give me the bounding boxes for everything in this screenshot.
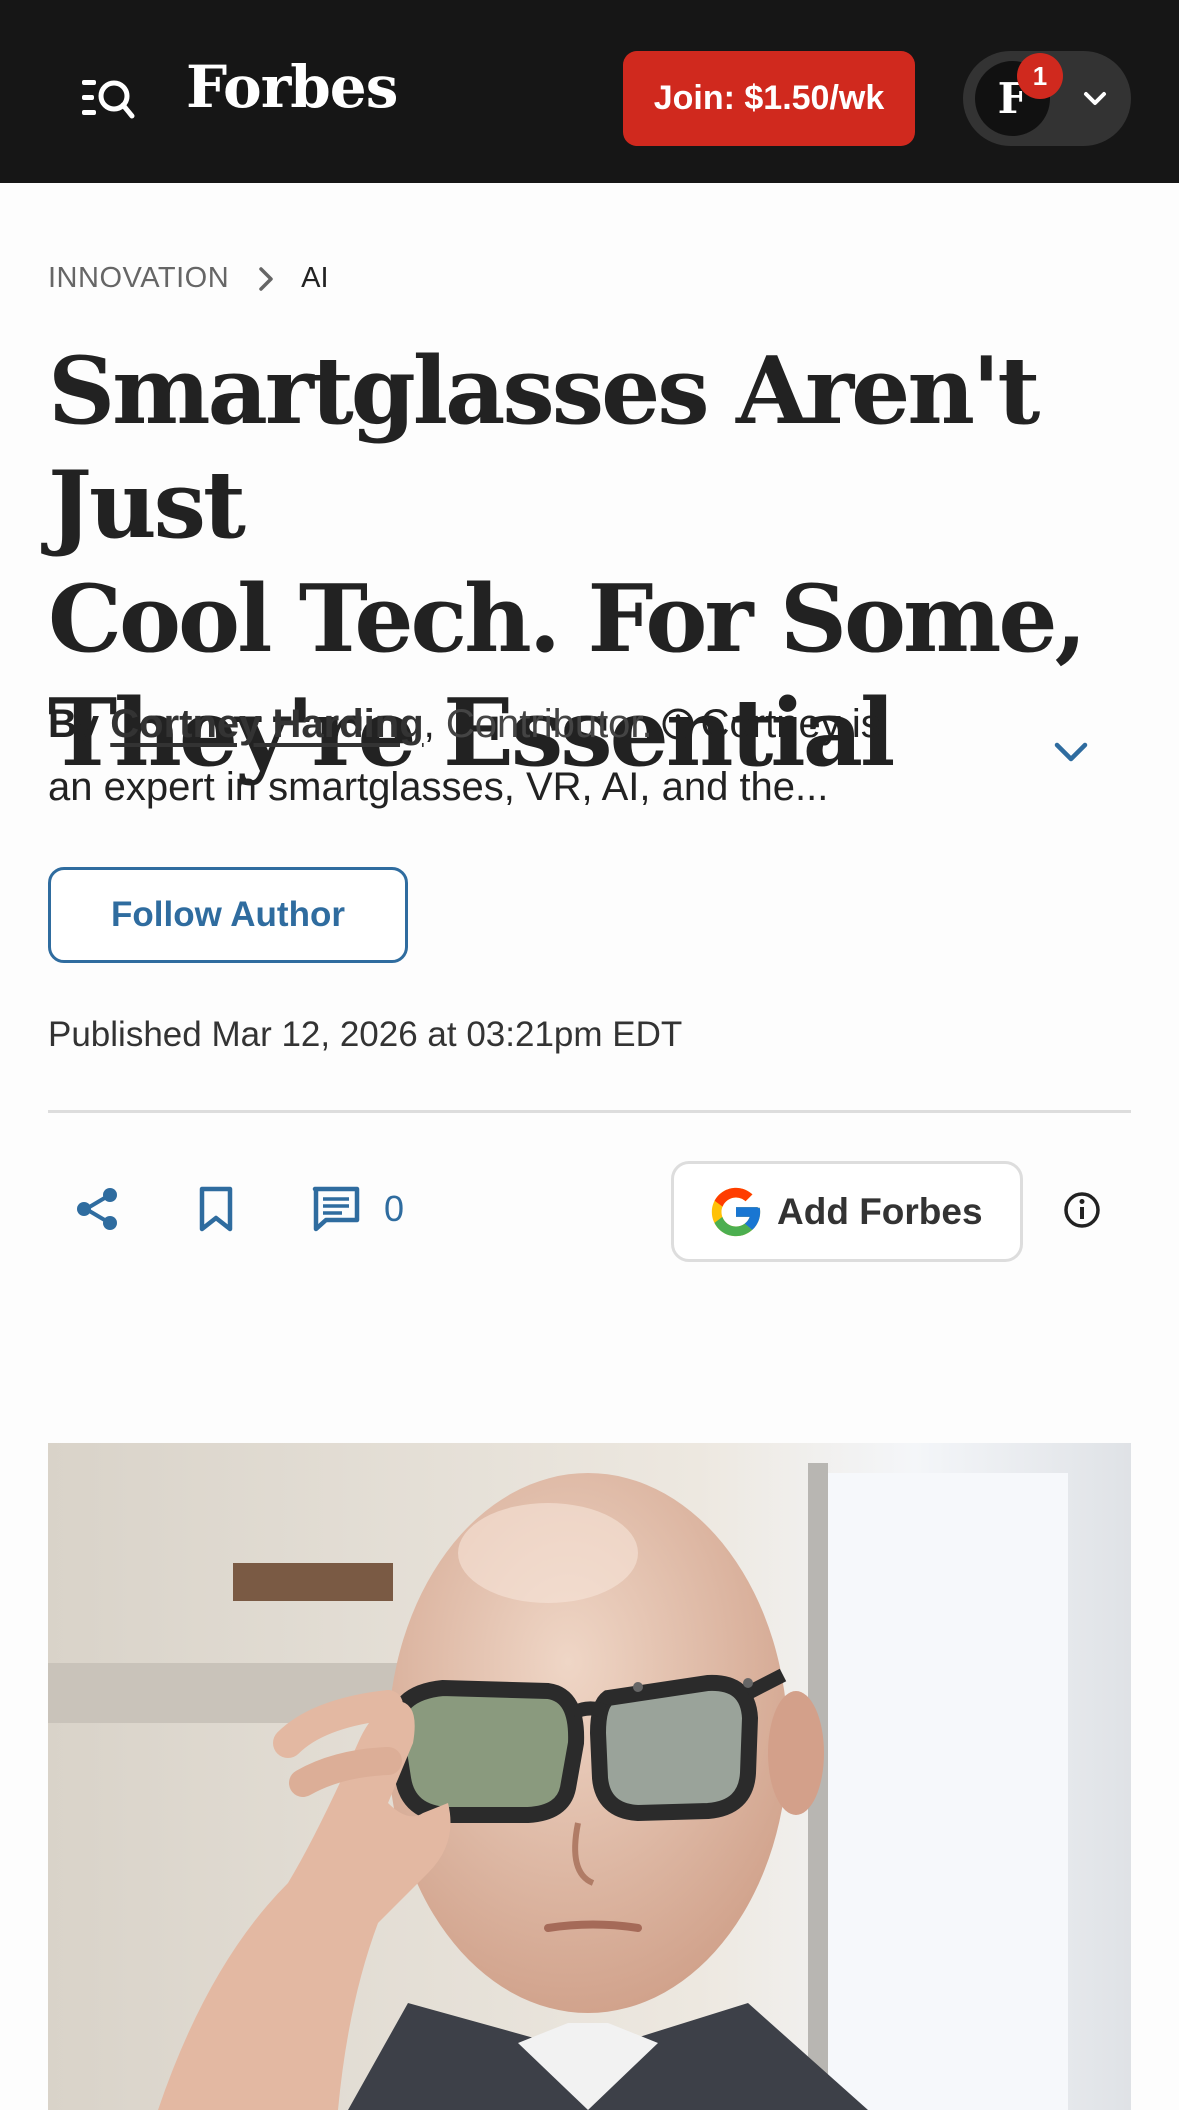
portrait-photo-illustration — [48, 1443, 1131, 2110]
comment-count[interactable]: 0 — [384, 1186, 404, 1232]
published-date: Published Mar 12, 2026 at 03:21pm EDT — [48, 1015, 683, 1054]
bookmark-icon[interactable] — [196, 1186, 236, 1232]
author-bio-preview: an expert in smartglasses, VR, AI, and t… — [48, 765, 829, 809]
join-subscription-button[interactable]: Join: $1.50/wk — [623, 51, 915, 146]
forbes-logo[interactable]: Forbes — [186, 58, 398, 116]
divider — [48, 1110, 1131, 1113]
by-label: By — [48, 702, 100, 746]
google-g-icon — [711, 1187, 761, 1236]
account-menu-button[interactable]: F 1 — [963, 51, 1131, 146]
expand-bio-chevron-icon[interactable] — [1053, 734, 1089, 770]
info-icon[interactable] — [661, 707, 695, 741]
author-bio-preview: Cortney is — [700, 702, 881, 746]
add-forbes-label: Add Forbes — [777, 1190, 983, 1232]
chevron-down-icon — [1084, 92, 1106, 105]
share-icon[interactable] — [74, 1186, 120, 1232]
notification-badge: 1 — [1017, 53, 1063, 99]
breadcrumb: INNOVATION AI — [48, 262, 329, 295]
comment-icon[interactable] — [312, 1186, 360, 1232]
hero-image[interactable] — [48, 1443, 1131, 2110]
author-link[interactable]: Cortney Harding — [110, 702, 423, 746]
menu-search-icon[interactable] — [80, 72, 136, 124]
breadcrumb-innovation[interactable]: INNOVATION — [48, 262, 229, 295]
headline-line: Cool Tech. For Some, — [48, 564, 1087, 673]
top-navigation-bar: Forbes Join: $1.50/wk F 1 — [0, 0, 1179, 183]
author-comma: , — [423, 702, 435, 746]
add-forbes-google-button[interactable]: Add Forbes — [671, 1161, 1023, 1262]
chevron-right-icon — [259, 266, 273, 291]
headline-line: Smartglasses Aren't Just — [48, 336, 1040, 559]
byline: By Cortney Harding, Contributor. Cortney… — [48, 693, 1048, 819]
breadcrumb-ai[interactable]: AI — [301, 262, 328, 295]
follow-author-button[interactable]: Follow Author — [48, 867, 408, 963]
info-icon[interactable] — [1063, 1191, 1101, 1229]
author-role: Contributor. — [445, 702, 653, 746]
